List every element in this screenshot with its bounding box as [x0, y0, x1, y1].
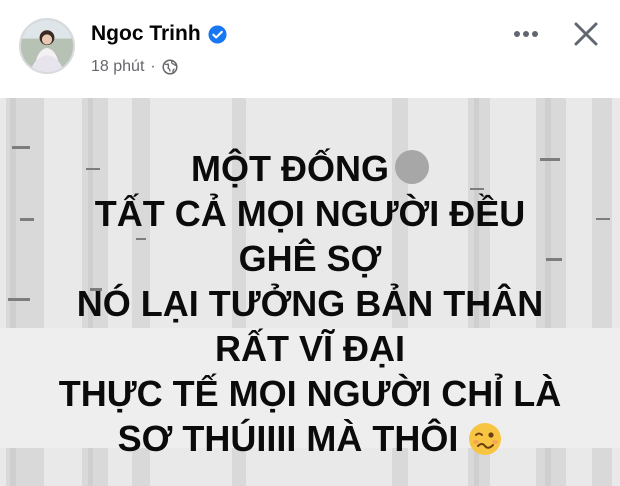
close-icon: [574, 22, 598, 46]
post-text: MỘT ĐỐNG TẤT CẢ MỌI NGƯỜI ĐỀU GHÊ SỢ NÓ …: [0, 146, 620, 461]
more-options-button[interactable]: [508, 16, 544, 52]
post-header: Ngoc Trinh 18 phút ·: [0, 0, 620, 98]
post-line: NÓ LẠI TƯỞNG BẢN THÂN: [76, 283, 544, 324]
more-dots-icon: [514, 31, 538, 37]
close-button[interactable]: [566, 14, 606, 54]
blurred-circle: [394, 150, 429, 184]
post-line: GHÊ SỢ: [238, 238, 382, 279]
post-line-text: MỘT ĐỐNG: [191, 148, 389, 189]
post-background: MỘT ĐỐNG TẤT CẢ MỌI NGƯỜI ĐỀU GHÊ SỢ NÓ …: [0, 98, 620, 486]
author-name[interactable]: Ngoc Trinh: [91, 22, 201, 46]
globe-icon[interactable]: [162, 59, 178, 75]
meta-separator: ·: [150, 58, 156, 75]
avatar[interactable]: [19, 18, 75, 74]
post-line: SƠ THÚIIII MÀ THÔI: [0, 416, 620, 461]
post-line: TẤT CẢ MỌI NGƯỜI ĐỀU: [94, 193, 526, 234]
post-time[interactable]: 18 phút: [91, 58, 144, 76]
woozy-face-emoji-icon: [468, 421, 502, 455]
post-line: RẤT VĨ ĐẠI: [214, 328, 405, 369]
post-line: THỰC TẾ MỌI NGƯỜI CHỈ LÀ: [58, 373, 562, 414]
post-line-text: SƠ THÚIIII MÀ THÔI: [117, 418, 459, 459]
avatar-photo: [21, 20, 73, 72]
post-line: MỘT ĐỐNG: [0, 146, 620, 191]
post-meta: 18 phút ·: [91, 58, 178, 76]
verified-badge-icon: [208, 24, 227, 44]
author-row: Ngoc Trinh: [91, 22, 227, 46]
